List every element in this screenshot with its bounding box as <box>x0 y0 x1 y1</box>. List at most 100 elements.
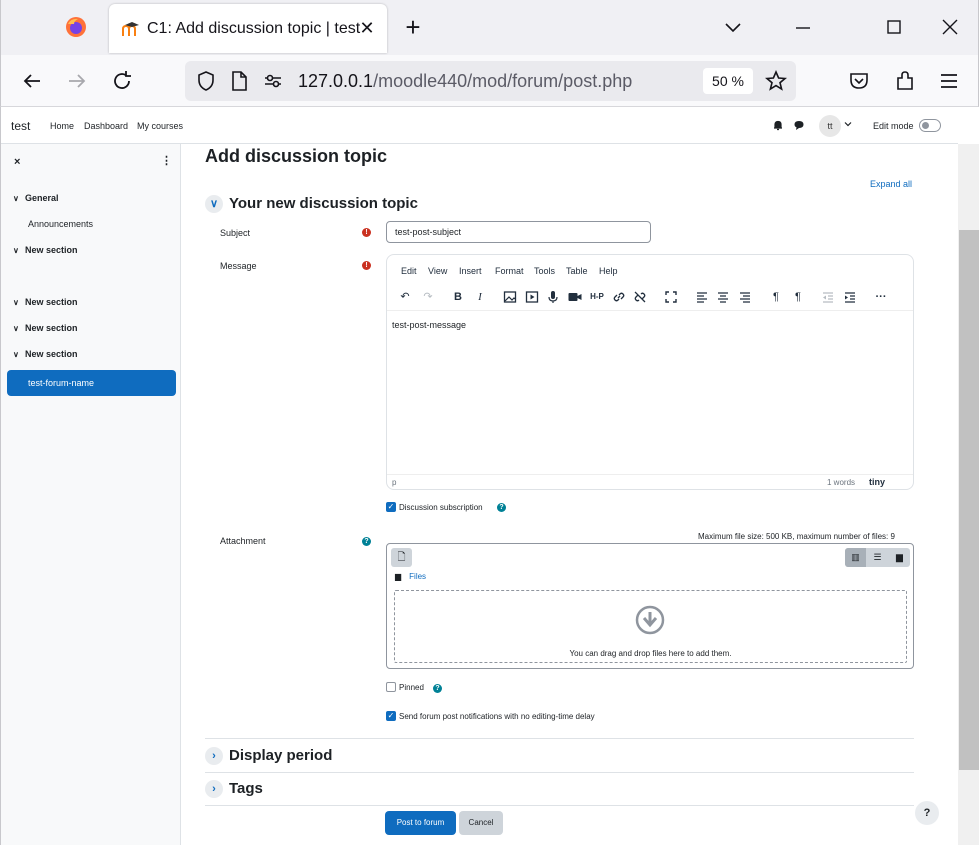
record-audio-icon[interactable] <box>545 289 561 305</box>
page-info-icon[interactable] <box>227 69 251 93</box>
align-right-icon[interactable] <box>737 289 753 305</box>
editor-content[interactable]: test-post-message <box>392 320 466 330</box>
page-scrollbar[interactable] <box>958 144 979 845</box>
user-menu-chevron-icon[interactable] <box>844 120 852 128</box>
subject-label: Subject <box>220 228 251 238</box>
index-item-announcements[interactable]: Announcements <box>28 219 93 229</box>
app-menu-icon[interactable] <box>937 69 961 93</box>
index-section-new-3[interactable]: ∨ New section <box>13 323 78 333</box>
editor-menu-edit[interactable]: Edit <box>401 266 417 276</box>
site-brand[interactable]: test <box>11 119 30 133</box>
editor-menu-format[interactable]: Format <box>495 266 524 276</box>
rich-text-editor[interactable]: Edit View Insert Format Tools Table Help… <box>386 254 914 490</box>
element-path[interactable]: p <box>392 478 396 487</box>
tab-close-icon[interactable]: ✕ <box>358 17 376 39</box>
link-icon[interactable] <box>611 289 627 305</box>
drawer-menu-icon[interactable]: ⋮ <box>161 154 172 167</box>
section-tags-header[interactable]: › Tags <box>205 780 263 798</box>
discussion-subscription-checkbox[interactable]: ✓ <box>386 502 396 512</box>
italic-icon[interactable]: I <box>472 289 488 305</box>
record-video-icon[interactable] <box>567 289 583 305</box>
minimize-icon[interactable] <box>791 14 815 40</box>
editor-menu-view[interactable]: View <box>428 266 447 276</box>
ltr-icon[interactable]: ¶ <box>768 289 784 305</box>
bookmark-star-icon[interactable] <box>764 69 788 93</box>
file-path[interactable]: ▆ Files <box>395 572 426 581</box>
close-drawer-icon[interactable]: × <box>14 156 20 168</box>
scrollbar-thumb[interactable] <box>959 230 979 770</box>
view-tree-icon[interactable]: ▆ <box>889 548 910 567</box>
chevron-down-icon: ∨ <box>13 324 19 333</box>
maximize-icon[interactable] <box>882 14 906 40</box>
align-center-icon[interactable] <box>715 289 731 305</box>
reload-icon[interactable] <box>110 69 134 93</box>
h5p-icon[interactable]: H-P <box>589 289 605 305</box>
tiny-logo[interactable]: tiny <box>869 477 885 487</box>
index-item-test-forum[interactable]: test-forum-name <box>7 370 176 396</box>
help-icon[interactable]: ? <box>497 503 506 512</box>
editor-menu-help[interactable]: Help <box>599 266 618 276</box>
tab-list-chevron-icon[interactable] <box>721 14 745 40</box>
cancel-button[interactable]: Cancel <box>459 811 503 835</box>
nav-link-home[interactable]: Home <box>50 121 74 131</box>
view-list-icon[interactable]: ☰ <box>867 548 888 567</box>
editor-menu-tools[interactable]: Tools <box>534 266 555 276</box>
new-tab-button[interactable]: + <box>402 14 424 40</box>
help-icon[interactable]: ? <box>362 537 371 546</box>
close-window-icon[interactable] <box>938 14 962 40</box>
align-left-icon[interactable] <box>694 289 710 305</box>
image-icon[interactable] <box>502 289 518 305</box>
back-icon[interactable] <box>20 69 44 93</box>
editor-menu-table[interactable]: Table <box>566 266 588 276</box>
shield-icon[interactable] <box>194 69 218 93</box>
expand-all-link[interactable]: Expand all <box>870 179 912 189</box>
word-count[interactable]: 1 words <box>827 478 855 487</box>
messages-icon[interactable] <box>793 119 805 131</box>
permissions-icon[interactable] <box>261 69 285 93</box>
add-file-icon[interactable]: 🗋 <box>391 548 412 567</box>
file-dropzone[interactable]: You can drag and drop files here to add … <box>394 590 907 663</box>
index-section-new-1[interactable]: ∨ New section <box>13 245 78 255</box>
browser-tab-active[interactable]: C1: Add discussion topic | test ✕ <box>109 4 387 53</box>
redo-icon[interactable]: ↷ <box>420 289 436 305</box>
undo-icon[interactable]: ↶ <box>397 289 413 305</box>
outdent-icon[interactable] <box>820 289 836 305</box>
moodle-page: test Home Dashboard My courses tt Edit m… <box>0 107 979 845</box>
pinned-checkbox[interactable] <box>386 682 396 692</box>
fullscreen-icon[interactable] <box>663 289 679 305</box>
browser-nav-bar: 127.0.0.1/moodle440/mod/forum/post.php 5… <box>0 55 979 107</box>
indent-icon[interactable] <box>842 289 858 305</box>
moodle-top-nav: test Home Dashboard My courses tt Edit m… <box>1 107 958 144</box>
notifications-bell-icon[interactable] <box>772 119 784 131</box>
index-section-new-2[interactable]: ∨ New section <box>13 297 78 307</box>
view-icons-icon[interactable]: ▥ <box>845 548 866 567</box>
url-bar[interactable]: 127.0.0.1/moodle440/mod/forum/post.php 5… <box>185 61 796 101</box>
nav-link-my-courses[interactable]: My courses <box>137 121 183 131</box>
help-icon[interactable]: ? <box>433 684 442 693</box>
forward-icon[interactable] <box>65 69 89 93</box>
section-new-topic-header[interactable]: ∨ Your new discussion topic <box>205 195 418 213</box>
more-icon[interactable]: ··· <box>873 289 889 305</box>
user-avatar[interactable]: tt <box>819 115 841 137</box>
post-to-forum-button[interactable]: Post to forum <box>385 811 456 835</box>
nav-link-dashboard[interactable]: Dashboard <box>84 121 128 131</box>
bold-icon[interactable]: B <box>450 289 466 305</box>
edit-mode-toggle[interactable] <box>919 119 941 132</box>
download-arrow-icon <box>635 605 665 635</box>
section-display-period-header[interactable]: › Display period <box>205 747 332 765</box>
extensions-icon[interactable] <box>893 69 917 93</box>
editor-menubar: Edit View Insert Format Tools Table Help <box>387 255 913 285</box>
unlink-icon[interactable] <box>632 289 648 305</box>
index-section-general[interactable]: ∨ General <box>13 193 59 203</box>
index-section-new-4[interactable]: ∨ New section <box>13 349 78 359</box>
editor-menu-insert[interactable]: Insert <box>459 266 482 276</box>
url-text[interactable]: 127.0.0.1/moodle440/mod/forum/post.php <box>298 71 632 92</box>
zoom-level[interactable]: 50 % <box>703 68 753 94</box>
subject-input[interactable]: test-post-subject <box>386 221 651 243</box>
media-icon[interactable] <box>524 289 540 305</box>
pocket-icon[interactable] <box>847 69 871 93</box>
rtl-icon[interactable]: ¶ <box>790 289 806 305</box>
firefox-icon[interactable] <box>65 16 87 38</box>
help-floating-button[interactable]: ? <box>915 801 939 825</box>
no-delay-checkbox[interactable]: ✓ <box>386 711 396 721</box>
